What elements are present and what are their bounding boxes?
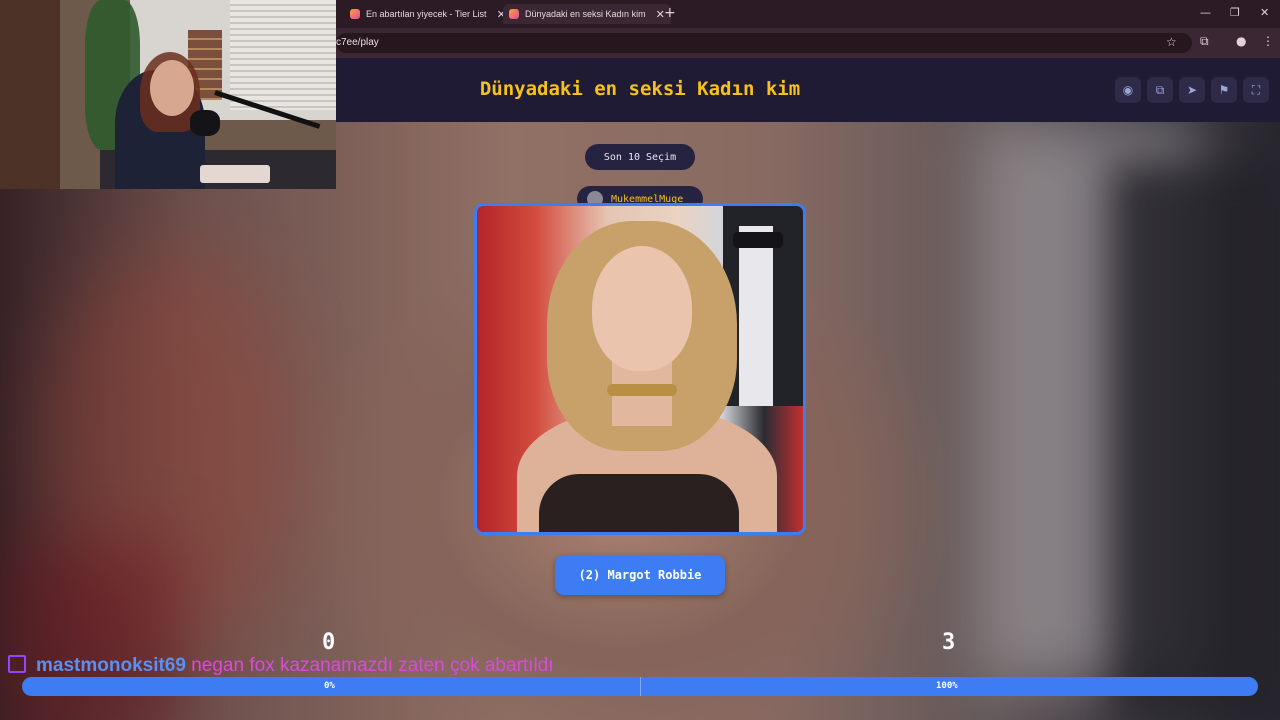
profile-icon[interactable]: ● <box>1236 34 1246 48</box>
progress-right-label: 100% <box>936 681 958 691</box>
tab-label: Dünyadaki en seksi Kadın kim <box>525 9 646 19</box>
tab-label: En abartılan yiyecek - Tier List <box>366 9 487 19</box>
url-text[interactable]: c7ee/play <box>336 37 379 48</box>
menu-icon[interactable]: ⋮ <box>1262 34 1274 48</box>
bookmark-star-icon[interactable]: ☆ <box>1166 35 1177 49</box>
fullscreen-icon[interactable]: ⛶ <box>1243 77 1269 103</box>
page-title: Dünyadaki en seksi Kadın kim <box>479 78 801 100</box>
send-icon[interactable]: ➤ <box>1179 77 1205 103</box>
progress-divider <box>640 677 641 696</box>
new-tab-button[interactable]: + <box>664 5 676 21</box>
progress-left-label: 0% <box>324 681 335 691</box>
chat-text: negan fox kazanamazdı zaten çok abartıld… <box>191 655 554 676</box>
eye-icon[interactable]: ◉ <box>1115 77 1141 103</box>
twitch-icon <box>8 655 26 673</box>
candidate-name-button[interactable]: (2) Margot Robbie <box>555 555 725 595</box>
recent-choices-button[interactable]: Son 10 Seçim <box>585 144 695 170</box>
vote-progress-bar <box>22 677 1258 696</box>
candidate-image-card[interactable] <box>474 203 806 535</box>
score-left: 0 <box>322 630 336 655</box>
copy-icon[interactable]: ⧉ <box>1147 77 1173 103</box>
chat-username: mastmonoksit69 <box>36 655 186 676</box>
tab-current-game[interactable]: Dünyadaki en seksi Kadın kim ✕ <box>503 4 671 24</box>
restore-icon[interactable]: ❐ <box>1230 6 1240 19</box>
chat-message: mastmonoksit69 negan fox kazanamazdı zat… <box>8 653 608 678</box>
minimize-icon[interactable]: — <box>1200 6 1211 19</box>
address-bar[interactable] <box>336 33 1192 53</box>
extensions-icon[interactable]: ⧉ <box>1200 34 1209 49</box>
candidate-photo <box>477 206 803 532</box>
tab-tier-list[interactable]: En abartılan yiyecek - Tier List ✕ <box>350 4 506 24</box>
score-right: 3 <box>942 630 956 655</box>
webcam-overlay <box>0 0 336 189</box>
close-window-icon[interactable]: ✕ <box>1260 6 1269 19</box>
tab-favicon-icon <box>509 9 519 19</box>
flag-icon[interactable]: ⚑ <box>1211 77 1237 103</box>
tab-favicon-icon <box>350 9 360 19</box>
